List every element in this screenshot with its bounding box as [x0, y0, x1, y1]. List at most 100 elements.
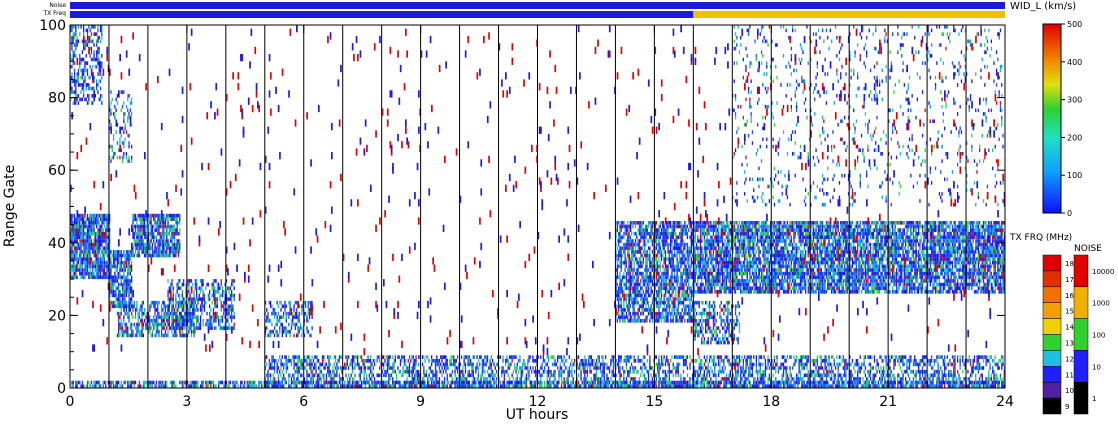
heatmap-cell — [89, 268, 91, 272]
heatmap-cell — [138, 239, 141, 243]
heatmap-cell — [101, 275, 103, 280]
heatmap-cell — [353, 355, 355, 359]
heatmap-cell — [905, 369, 907, 374]
heatmap-cell — [518, 380, 520, 385]
heatmap-cell — [215, 279, 217, 283]
heatmap-cell — [189, 380, 191, 385]
heatmap-cell — [772, 373, 774, 378]
heatmap-cell — [838, 362, 841, 367]
heatmap-cell — [992, 366, 994, 370]
heatmap-cell — [360, 380, 363, 385]
heatmap-cell — [132, 308, 134, 312]
heatmap-cell — [379, 380, 381, 385]
heatmap-cell — [81, 250, 83, 254]
heatmap-cell — [505, 369, 507, 374]
heatmap-cell — [220, 300, 222, 305]
heatmap-cell — [172, 224, 174, 229]
heatmap-cell — [745, 377, 747, 381]
heatmap-cell — [933, 359, 935, 363]
heatmap-cell — [676, 355, 678, 359]
heatmap-cell — [949, 359, 951, 363]
heatmap-cell — [121, 293, 124, 298]
heatmap-cell — [129, 322, 131, 327]
heatmap-cell — [144, 380, 146, 385]
heatmap-cell — [857, 369, 859, 374]
heatmap-cell — [81, 217, 83, 222]
heatmap-cell — [328, 366, 330, 370]
heatmap-cell — [372, 380, 374, 385]
heatmap-cell — [621, 366, 624, 370]
heatmap-cell — [157, 322, 159, 327]
heatmap-cell — [149, 217, 151, 222]
heatmap-cell — [737, 380, 739, 385]
heatmap-cell — [923, 359, 925, 363]
heatmap-cell — [584, 359, 586, 363]
heatmap-cell — [90, 271, 93, 276]
heatmap-cell — [162, 217, 164, 222]
heatmap-cell — [120, 329, 122, 334]
heatmap-cell — [434, 369, 437, 374]
heatmap-cell — [854, 369, 856, 374]
heatmap-cell — [142, 246, 144, 251]
heatmap-cell — [989, 366, 991, 370]
heatmap-cell — [941, 369, 943, 374]
heatmap-cell — [285, 355, 287, 359]
heatmap-cell — [76, 221, 78, 225]
heatmap-cell — [172, 319, 174, 323]
heatmap-cell — [772, 366, 774, 370]
heatmap-cell — [437, 362, 439, 367]
heatmap-cell — [179, 228, 181, 232]
heatmap-cell — [471, 362, 473, 367]
heatmap-cell — [776, 355, 778, 359]
heatmap-cell — [98, 257, 100, 261]
heatmap-cell — [767, 359, 769, 363]
heatmap-cell — [488, 366, 490, 370]
heatmap-cell — [994, 355, 996, 359]
heatmap-cell — [227, 286, 229, 291]
heatmap-cell — [789, 355, 791, 359]
heatmap-cell — [950, 369, 952, 374]
heatmap-cell — [928, 362, 930, 367]
heatmap-cell — [93, 224, 95, 229]
heatmap-cell — [689, 366, 691, 370]
heatmap-cell — [977, 355, 979, 359]
heatmap-cell — [879, 369, 881, 374]
heatmap-cell — [885, 366, 887, 370]
heatmap-cell — [80, 260, 82, 265]
heatmap-cell — [202, 384, 204, 389]
heatmap-cell — [97, 250, 99, 254]
heatmap-cell — [825, 369, 828, 374]
heatmap-cell — [676, 369, 678, 374]
heatmap-cell — [281, 355, 283, 359]
heatmap-cell — [441, 380, 443, 385]
strip-labels: Noise TX Freq — [42, 2, 66, 17]
heatmap-cell — [137, 239, 139, 243]
heatmap-cell — [451, 355, 454, 359]
heatmap-cell — [115, 253, 117, 258]
heatmap-cell — [740, 369, 742, 374]
heatmap-cell — [228, 308, 230, 312]
heatmap-cell — [408, 355, 411, 359]
heatmap-cell — [460, 384, 463, 389]
heatmap-cell — [782, 373, 785, 378]
heatmap-cell — [834, 366, 837, 370]
heatmap-cell — [131, 380, 133, 385]
heatmap-cell — [266, 355, 268, 359]
heatmap-cell — [901, 377, 903, 381]
heatmap-cell — [201, 308, 203, 312]
heatmap-cell — [481, 366, 483, 370]
heatmap-cell — [160, 235, 163, 240]
heatmap-cell — [114, 257, 116, 261]
heatmap-cell — [180, 311, 182, 316]
heatmap-cell — [162, 235, 164, 240]
heatmap-cell — [98, 264, 100, 269]
heatmap-cell — [124, 279, 126, 283]
heatmap-cell — [454, 359, 456, 363]
heatmap-cell — [202, 290, 204, 294]
heatmap-cell — [650, 373, 652, 378]
heatmap-cell — [502, 355, 504, 359]
heatmap-cell — [385, 380, 387, 385]
heatmap-cell — [814, 362, 816, 367]
heatmap-cell — [333, 384, 335, 389]
heatmap-cell — [389, 366, 391, 370]
